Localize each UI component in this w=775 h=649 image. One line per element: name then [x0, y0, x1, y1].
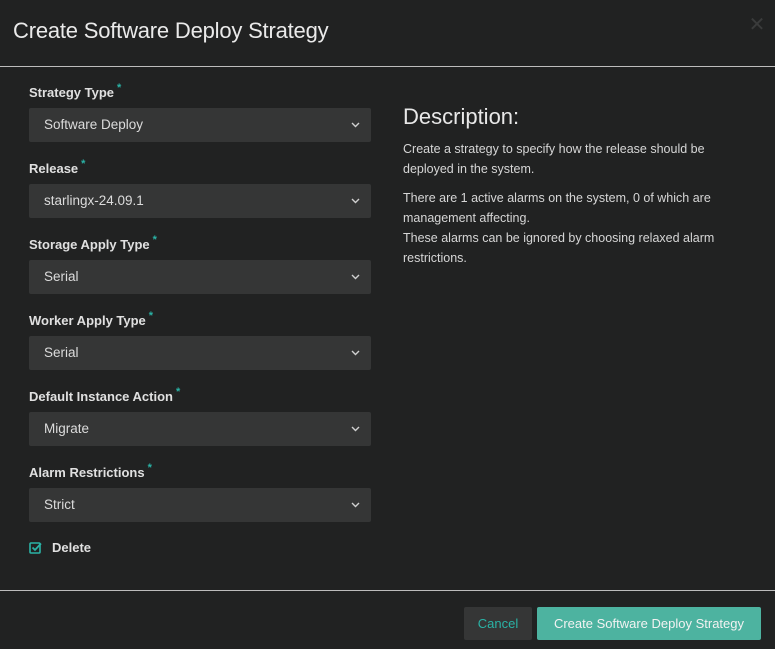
alarm-restrictions-label: Alarm Restrictions *: [29, 462, 152, 480]
required-marker: *: [152, 234, 157, 246]
chevron-down-icon: [349, 260, 361, 294]
create-strategy-button[interactable]: Create Software Deploy Strategy: [537, 607, 761, 640]
strategy-type-field: Strategy Type * Software Deploy: [29, 82, 371, 142]
storage-apply-type-value: Serial: [44, 269, 79, 284]
dialog-header: Create Software Deploy Strategy ✕: [0, 0, 775, 67]
strategy-type-select[interactable]: Software Deploy: [29, 108, 371, 142]
dialog-title: Create Software Deploy Strategy: [13, 18, 329, 43]
required-marker: *: [148, 310, 154, 322]
worker-apply-type-field: Worker Apply Type * Serial: [29, 310, 371, 370]
delete-checkbox[interactable]: [29, 541, 42, 554]
alarm-hint-text: These alarms can be ignored by choosing …: [403, 231, 715, 265]
worker-apply-type-label: Worker Apply Type *: [29, 310, 154, 328]
alarm-restrictions-field: Alarm Restrictions * Strict: [29, 462, 371, 522]
chevron-down-icon: [349, 184, 361, 218]
alarm-restrictions-value: Strict: [44, 497, 75, 512]
alarm-info-text: There are 1 active alarms on the system,…: [403, 191, 711, 225]
description-text: Create a strategy to specify how the rel…: [403, 142, 705, 176]
default-instance-action-select[interactable]: Migrate: [29, 412, 371, 446]
default-instance-action-field: Default Instance Action * Migrate: [29, 386, 371, 446]
description-title: Description:: [403, 104, 520, 129]
description-panel: Description: Create a strategy to specif…: [403, 104, 748, 277]
required-marker: *: [81, 158, 86, 170]
worker-apply-type-select[interactable]: Serial: [29, 336, 371, 370]
delete-checkbox-label: Delete: [52, 539, 92, 555]
cancel-button[interactable]: Cancel: [464, 607, 532, 640]
release-field: Release * starlingx-24.09.1: [29, 158, 371, 218]
worker-apply-type-value: Serial: [44, 345, 79, 360]
chevron-down-icon: [349, 336, 361, 370]
checkbox-checked-icon: [29, 541, 42, 554]
storage-apply-type-field: Storage Apply Type * Serial: [29, 234, 371, 294]
storage-apply-type-select[interactable]: Serial: [29, 260, 371, 294]
release-select[interactable]: starlingx-24.09.1: [29, 184, 371, 218]
required-marker: *: [117, 82, 122, 94]
close-icon[interactable]: ✕: [747, 15, 767, 35]
chevron-down-icon: [349, 412, 361, 446]
release-label: Release *: [29, 158, 86, 176]
chevron-down-icon: [349, 488, 361, 522]
dialog-footer: Cancel Create Software Deploy Strategy: [0, 590, 775, 649]
default-instance-action-label: Default Instance Action *: [29, 386, 181, 404]
strategy-type-value: Software Deploy: [44, 117, 144, 132]
storage-apply-type-label: Storage Apply Type *: [29, 234, 157, 252]
chevron-down-icon: [349, 108, 361, 142]
alarm-restrictions-select[interactable]: Strict: [29, 488, 371, 522]
form: Strategy Type * Software Deploy Release * …: [29, 82, 371, 557]
strategy-type-label: Strategy Type *: [29, 82, 122, 100]
required-marker: *: [147, 462, 152, 474]
delete-checkbox-row[interactable]: Delete: [29, 537, 371, 557]
default-instance-action-value: Migrate: [44, 421, 90, 436]
required-marker: *: [175, 386, 181, 398]
release-value: starlingx-24.09.1: [44, 193, 144, 208]
